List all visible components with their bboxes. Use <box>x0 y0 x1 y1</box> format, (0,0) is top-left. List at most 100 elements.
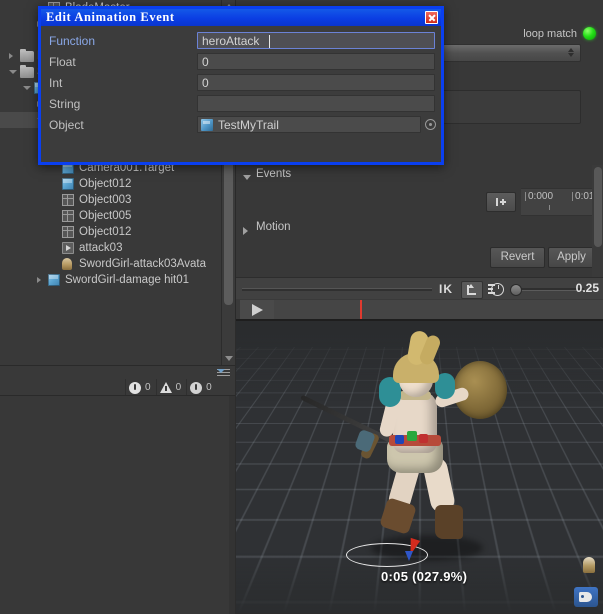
timeline-tick <box>572 192 574 201</box>
info-icon <box>190 381 203 394</box>
stepper-icon[interactable] <box>568 48 575 57</box>
hierarchy-item-label: SwordGirl-attack03Avata <box>79 258 206 270</box>
tag-icon[interactable] <box>574 587 598 607</box>
function-input[interactable]: heroAttack <box>197 32 435 49</box>
speed-slider-knob[interactable] <box>510 284 522 296</box>
pivot-axis-icon[interactable] <box>461 281 483 299</box>
float-input[interactable]: 0 <box>197 53 435 70</box>
mesh-icon <box>62 210 74 222</box>
apply-button[interactable]: Apply <box>548 247 595 268</box>
string-label: String <box>49 97 81 111</box>
dialog-row-int: Int 0 <box>41 74 441 92</box>
hierarchy-item-label: Object003 <box>79 194 132 206</box>
dialog-row-string: String <box>41 95 441 113</box>
string-input[interactable] <box>197 95 435 112</box>
playback-playhead[interactable] <box>360 300 362 319</box>
hierarchy-item-label: attack03 <box>79 242 123 254</box>
error-count: 0 <box>145 382 151 393</box>
hierarchy-item-swordgirl-attack03avata[interactable]: SwordGirl-attack03Avata <box>0 256 235 272</box>
dialog-title-bar[interactable]: Edit Animation Event <box>41 9 441 26</box>
dialog-body: Function heroAttack Float 0 Int 0 String Object… <box>41 26 441 162</box>
text-cursor <box>269 35 270 48</box>
avatar-icon <box>62 258 72 270</box>
ik-label[interactable]: IK <box>439 282 453 296</box>
chevron-right-icon[interactable] <box>9 53 13 59</box>
events-timeline-ruler[interactable]: 0:0000:0170:0330:0500:0670:0831:00 <box>521 188 603 216</box>
animation-preview-viewport[interactable]: 0:05 (027.9%) <box>236 321 603 613</box>
hierarchy-item-attack03[interactable]: attack03 <box>0 240 235 256</box>
toolbar-divider <box>242 288 432 291</box>
dialog-title: Edit Animation Event <box>46 10 175 24</box>
revert-button[interactable]: Revert <box>490 247 545 268</box>
console-counters: 0 0 0 <box>125 379 217 396</box>
int-label: Int <box>49 76 63 90</box>
mesh-icon <box>62 194 74 206</box>
object-field[interactable]: TestMyTrail <box>197 116 421 133</box>
loop-match-label: loop match <box>523 27 577 40</box>
close-icon[interactable] <box>425 11 438 24</box>
chevron-down-icon[interactable] <box>243 175 251 180</box>
chevron-down-icon[interactable] <box>9 70 17 74</box>
error-counter[interactable]: 0 <box>125 379 156 396</box>
object-picker-icon[interactable] <box>425 119 436 130</box>
dialog-row-function: Function heroAttack <box>41 32 441 50</box>
folder-icon <box>20 65 34 78</box>
inspector-scrollbar[interactable] <box>592 165 603 283</box>
inspector-scroll-thumb[interactable] <box>594 167 602 247</box>
timeline-tick <box>525 192 526 201</box>
timeline-tick-label: 0:000 <box>528 191 554 202</box>
hierarchy-item-label: Object012 <box>79 226 132 238</box>
function-label: Function <box>49 34 96 48</box>
chevron-right-icon[interactable] <box>243 227 248 235</box>
warning-count: 0 <box>175 382 182 393</box>
loop-match-status-indicator <box>583 27 596 40</box>
hierarchy-item-object012[interactable]: Object012 <box>0 224 235 240</box>
character-model <box>300 329 521 569</box>
move-gizmo-secondary-icon[interactable] <box>405 551 413 561</box>
speed-value: 0.25 <box>575 281 599 295</box>
mesh-icon <box>62 226 74 238</box>
add-event-button[interactable] <box>486 192 516 212</box>
hierarchy-item-label: SwordGirl-damage hit01 <box>65 274 190 286</box>
loop-match-row: loop match <box>523 27 596 40</box>
hierarchy-item-label: Object005 <box>79 210 132 222</box>
hierarchy-item-object012[interactable]: Object012 <box>0 176 235 192</box>
hamburger-menu-icon[interactable] <box>217 369 230 377</box>
warning-counter[interactable]: 0 <box>155 379 187 396</box>
int-value: 0 <box>202 76 209 90</box>
playback-track[interactable] <box>274 300 603 319</box>
edit-animation-event-dialog[interactable]: Edit Animation Event Function heroAttack F… <box>38 6 444 165</box>
console-tab-row <box>0 366 235 379</box>
animation-toolbar[interactable]: IK 0.25 <box>236 277 603 301</box>
hierarchy-item-label: Object012 <box>79 178 132 190</box>
avatar-icon[interactable] <box>583 557 595 573</box>
chevron-down-icon[interactable] <box>23 86 31 90</box>
warning-icon <box>159 382 172 393</box>
float-value: 0 <box>202 55 209 69</box>
dialog-row-object: Object TestMyTrail <box>41 116 441 134</box>
scroll-down-icon[interactable] <box>225 356 233 361</box>
int-input[interactable]: 0 <box>197 74 435 91</box>
project-panel[interactable] <box>0 395 235 614</box>
info-counter[interactable]: 0 <box>186 379 217 396</box>
console-status-bar: 0 0 0 <box>0 365 235 396</box>
anim-icon <box>62 242 74 254</box>
motion-label: Motion <box>256 221 291 233</box>
prefab-icon <box>201 119 213 131</box>
info-count: 0 <box>206 382 212 393</box>
panel-edge <box>229 396 235 614</box>
hierarchy-item-object003[interactable]: Object003 <box>0 192 235 208</box>
playback-strip[interactable] <box>236 299 603 320</box>
events-label: Events <box>256 168 292 180</box>
error-icon <box>129 381 141 394</box>
chevron-right-icon[interactable] <box>37 277 41 283</box>
prefab-icon <box>62 178 74 190</box>
play-button[interactable] <box>240 300 275 319</box>
object-value: TestMyTrail <box>218 118 279 132</box>
preview-time-readout: 0:05 (027.9%) <box>381 569 468 584</box>
hierarchy-item-swordgirl-damage-hit01[interactable]: SwordGirl-damage hit01 <box>0 272 235 288</box>
float-label: Float <box>49 55 76 69</box>
dialog-row-float: Float 0 <box>41 53 441 71</box>
playback-speed-icon[interactable] <box>488 282 504 297</box>
hierarchy-item-object005[interactable]: Object005 <box>0 208 235 224</box>
